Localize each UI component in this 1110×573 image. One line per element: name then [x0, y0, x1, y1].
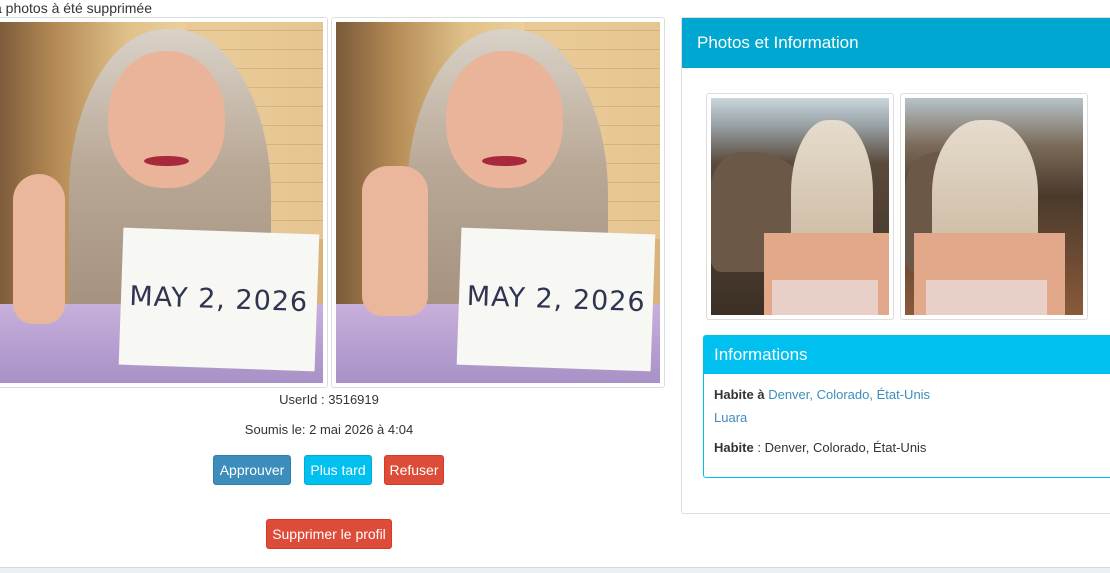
lives-in-link[interactable]: Denver, Colorado, État-Unis: [768, 387, 930, 402]
panel-title: Photos et Information: [682, 18, 1110, 68]
informations-box: Informations Habite à Denver, Colorado, …: [703, 335, 1110, 478]
lives-row: Habite : Denver, Colorado, État-Unis: [714, 440, 926, 455]
hand-gesture: [13, 173, 66, 324]
verification-photo-image: MAY 2, 2026: [0, 22, 323, 383]
date-sign: MAY 2, 2026: [456, 228, 656, 372]
hand-gesture: [361, 166, 428, 317]
verification-photo-1[interactable]: MAY 2, 2026: [0, 17, 328, 388]
delete-profile-button[interactable]: Supprimer le profil: [266, 519, 392, 549]
later-button[interactable]: Plus tard: [304, 455, 372, 485]
submitted-date: Soumis le: 2 mai 2026 à 4:04: [244, 422, 414, 437]
profile-photo-thumbnail[interactable]: [706, 93, 894, 320]
page-bottom-bar: [0, 567, 1110, 573]
sign-text: MAY 2, 2026: [128, 281, 309, 319]
informations-title: Informations: [704, 336, 1110, 374]
profile-photo-thumbnail[interactable]: [900, 93, 1088, 320]
sign-text: MAY 2, 2026: [466, 281, 647, 319]
verification-photo-2[interactable]: MAY 2, 2026: [331, 17, 665, 388]
user-id: UserId : 3516919: [279, 392, 379, 407]
name-row: Luara: [714, 410, 747, 425]
lives-in-row: Habite à Denver, Colorado, État-Unis: [714, 387, 930, 402]
approve-button[interactable]: Approuver: [213, 455, 291, 485]
verification-photo-image: MAY 2, 2026: [336, 22, 660, 383]
lives-label: Habite: [714, 440, 754, 455]
date-sign: MAY 2, 2026: [118, 228, 319, 372]
photos-info-panel: Photos et Information Informations Habit…: [681, 17, 1110, 514]
lives-in-label: Habite à: [714, 387, 765, 402]
lives-value: : Denver, Colorado, État-Unis: [757, 440, 927, 455]
profile-name-link[interactable]: Luara: [714, 410, 747, 425]
profile-photo-image: [711, 98, 889, 315]
refuse-button[interactable]: Refuser: [384, 455, 444, 485]
deleted-photo-notice: a photos à été supprimée: [0, 0, 152, 16]
profile-photo-image: [905, 98, 1083, 315]
